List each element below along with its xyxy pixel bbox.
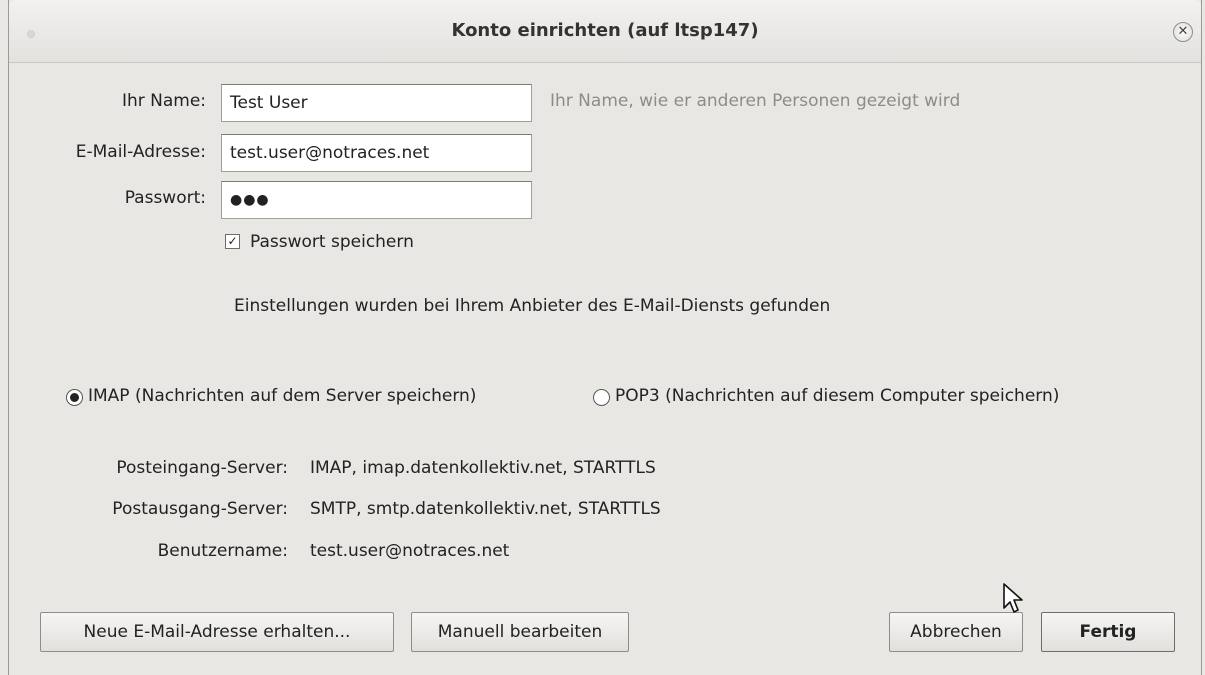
imap-radio[interactable] xyxy=(66,389,83,406)
incoming-server-label: Posteingang-Server: xyxy=(116,458,288,478)
manual-edit-button[interactable]: Manuell bearbeiten xyxy=(411,612,629,652)
outgoing-server-label: Postausgang-Server: xyxy=(112,499,288,519)
save-password-label[interactable]: Passwort speichern xyxy=(250,232,414,252)
new-address-button[interactable]: Neue E-Mail-Adresse erhalten... xyxy=(40,612,394,652)
email-field[interactable]: test.user@notraces.net xyxy=(221,134,532,172)
password-field[interactable]: ●●● xyxy=(221,181,532,219)
done-button[interactable]: Fertig xyxy=(1041,612,1175,652)
cancel-button[interactable]: Abbrechen xyxy=(889,612,1023,652)
name-field[interactable]: Test User xyxy=(221,84,532,122)
pop3-radio[interactable] xyxy=(593,389,610,406)
close-icon[interactable]: ✕ xyxy=(1173,22,1193,42)
outgoing-server-value: SMTP, smtp.datenkollektiv.net, STARTTLS xyxy=(310,499,661,519)
name-hint: Ihr Name, wie er anderen Personen gezeig… xyxy=(550,91,961,111)
account-setup-dialog: Konto einrichten (auf ltsp147) ✕ Ihr Nam… xyxy=(8,0,1202,675)
incoming-server-value: IMAP, imap.datenkollektiv.net, STARTTLS xyxy=(310,458,656,478)
radio-selected-dot xyxy=(70,393,79,402)
imap-label[interactable]: IMAP (Nachrichten auf dem Server speiche… xyxy=(88,386,476,406)
pop3-label[interactable]: POP3 (Nachrichten auf diesem Computer sp… xyxy=(615,386,1059,406)
username-value: test.user@notraces.net xyxy=(310,541,510,561)
checkbox-checked-icon[interactable]: ✓ xyxy=(225,234,240,249)
name-label: Ihr Name: xyxy=(121,91,206,111)
mouse-pointer-icon xyxy=(1003,583,1023,613)
password-label: Passwort: xyxy=(124,188,206,208)
window-title: Konto einrichten (auf ltsp147) xyxy=(451,20,759,41)
status-message: Einstellungen wurden bei Ihrem Anbieter … xyxy=(234,296,831,316)
email-label: E-Mail-Adresse: xyxy=(75,142,206,162)
title-bar[interactable]: Konto einrichten (auf ltsp147) ✕ xyxy=(9,0,1201,63)
username-label: Benutzername: xyxy=(157,541,288,561)
